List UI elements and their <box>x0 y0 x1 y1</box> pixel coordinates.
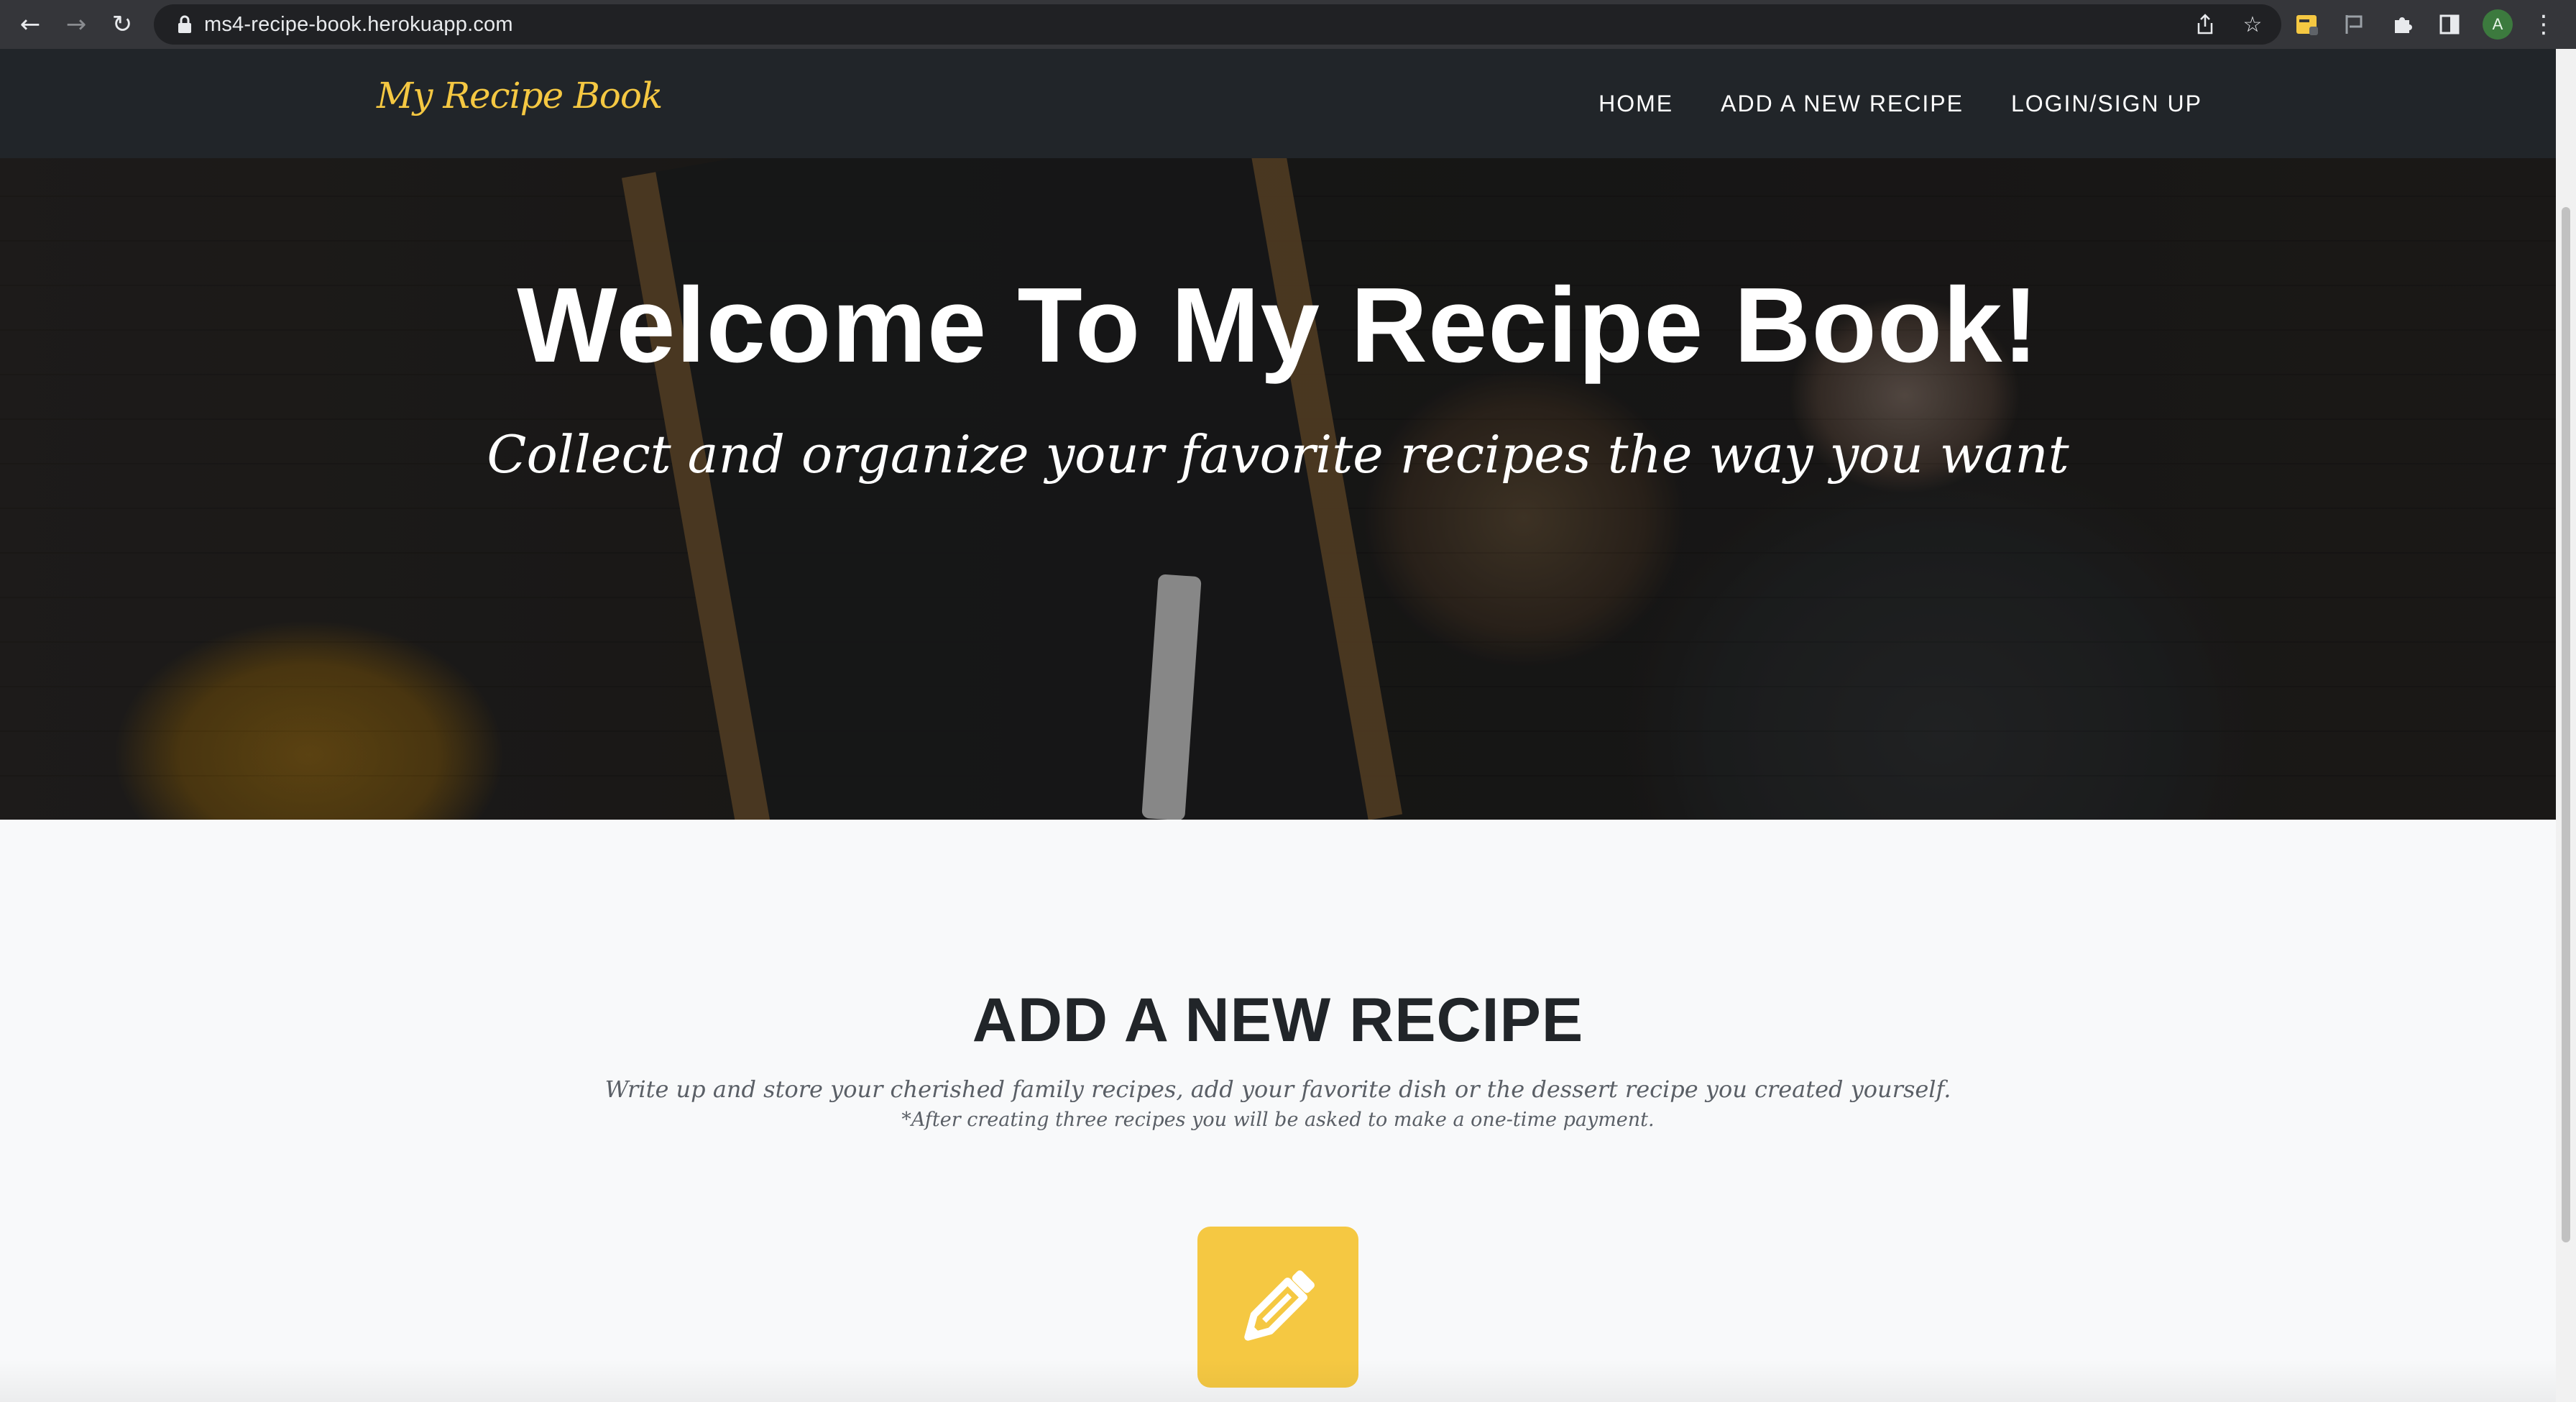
share-icon[interactable] <box>2191 10 2220 39</box>
bottom-fade <box>0 1359 2556 1402</box>
scrollbar-thumb[interactable] <box>2562 207 2570 1242</box>
forward-arrow-icon[interactable]: → <box>53 1 99 47</box>
puzzle-icon[interactable] <box>2388 10 2416 39</box>
hero-title: Welcome To My Recipe Book! <box>517 266 2039 385</box>
hero-subtitle: Collect and organize your favorite recip… <box>487 424 2069 485</box>
extension-icon[interactable] <box>2293 10 2322 39</box>
profile-avatar[interactable]: A <box>2483 9 2513 40</box>
site-navbar: My Recipe Book HOME ADD A NEW RECIPE LOG… <box>0 49 2556 158</box>
browser-toolbar: ← → ↻ ms4-recipe-book.herokuapp.com ☆ A … <box>0 0 2576 49</box>
nav-link-login-signup[interactable]: LOGIN/SIGN UP <box>2011 91 2202 117</box>
kebab-menu-icon[interactable]: ⋮ <box>2531 10 2556 39</box>
lock-icon[interactable] <box>172 12 197 37</box>
reload-icon[interactable]: ↻ <box>99 1 145 47</box>
back-arrow-icon[interactable]: ← <box>7 1 53 47</box>
side-panel-icon[interactable] <box>2435 10 2464 39</box>
nav-link-add-recipe[interactable]: ADD A NEW RECIPE <box>1721 91 1964 117</box>
address-bar[interactable]: ms4-recipe-book.herokuapp.com ☆ <box>154 4 2281 45</box>
section-description: Write up and store your cherished family… <box>604 1076 1951 1103</box>
nav-link-home[interactable]: HOME <box>1598 91 1673 117</box>
hero-overlay <box>0 158 2556 820</box>
pencil-icon <box>1244 1270 1315 1341</box>
payment-note: *After creating three recipes you will b… <box>901 1109 1655 1131</box>
bookmark-star-icon[interactable]: ☆ <box>2238 10 2267 39</box>
url-text[interactable]: ms4-recipe-book.herokuapp.com <box>204 13 513 37</box>
section-title: ADD A NEW RECIPE <box>972 986 1584 1055</box>
nav-links: HOME ADD A NEW RECIPE LOGIN/SIGN UP <box>1598 49 2202 158</box>
hero-banner: Welcome To My Recipe Book! Collect and o… <box>0 158 2556 820</box>
flag-extension-icon[interactable] <box>2340 10 2369 39</box>
page-viewport: My Recipe Book HOME ADD A NEW RECIPE LOG… <box>0 49 2556 1402</box>
page-scrollbar[interactable] <box>2556 49 2576 1402</box>
add-recipe-section: ADD A NEW RECIPE Write up and store your… <box>0 820 2556 1402</box>
brand-logo[interactable]: My Recipe Book <box>377 75 663 116</box>
